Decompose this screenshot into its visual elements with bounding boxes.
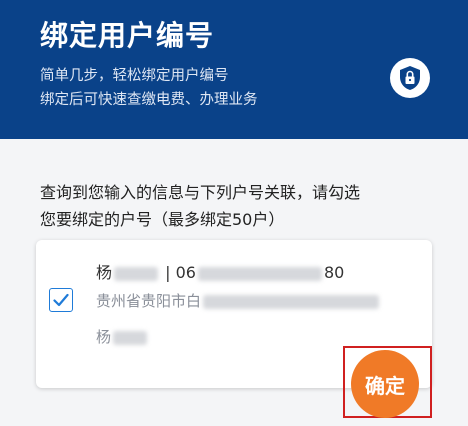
account-number-suffix: 80 [323,263,345,282]
instruction-text-2: 您要绑定的户号（最多绑定50户） [40,210,285,229]
account-separator: | [160,263,176,282]
confirm-button[interactable]: 确定 [351,350,419,418]
account-number-prefix: 06 [175,263,196,282]
shield-lock-icon [390,58,430,98]
redacted-address [203,294,380,309]
account-address-prefix: 贵州省贵阳市白 [96,292,202,310]
account-extra: 杨 [96,326,148,347]
account-address: 贵州省贵阳市白 [96,290,380,311]
instruction-text-1: 查询到您输入的信息与下列户号关联，请勾选 [40,183,361,202]
page-title: 绑定用户编号 [40,19,215,52]
account-name: 杨 [96,263,113,282]
redacted-name [114,266,159,281]
account-name-number: 杨 | 06 80 [96,259,344,283]
account-checkbox[interactable] [49,288,73,312]
redacted-number [197,266,322,281]
check-icon [53,293,69,307]
header-subtitle-2: 绑定后可快速查缴电费、办理业务 [40,92,258,108]
account-extra-prefix: 杨 [96,328,112,346]
redacted-extra [113,330,148,345]
header-subtitle-1: 简单几步，轻松绑定用户编号 [40,68,229,84]
